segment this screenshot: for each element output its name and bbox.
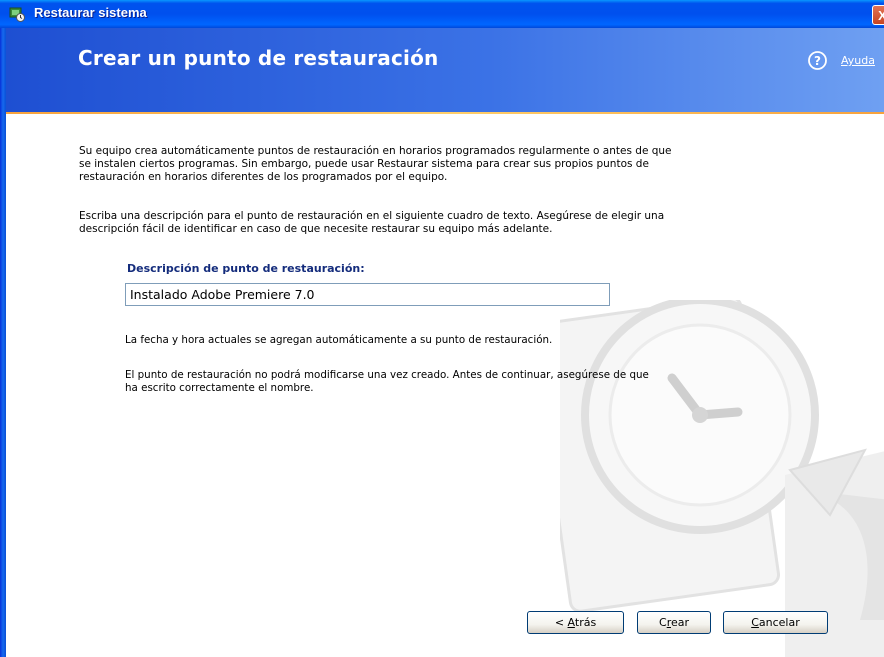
system-restore-icon	[9, 7, 25, 22]
instruction-line: Escriba una descripción para el punto de…	[79, 210, 665, 222]
page-title: Crear un punto de restauración	[78, 46, 439, 70]
warning-line: El punto de restauración no podrá modifi…	[125, 369, 649, 381]
warning-line: ha escrito correctamente el nombre.	[125, 382, 314, 394]
cancel-mnemonic: C	[751, 616, 759, 629]
back-label-rest: trás	[574, 616, 597, 629]
date-note: La fecha y hora actuales se agregan auto…	[125, 334, 553, 346]
help-question-icon[interactable]: ?	[808, 51, 827, 70]
create-button[interactable]: Crear	[637, 611, 711, 634]
back-prefix: <	[554, 616, 568, 629]
header-accent-line	[6, 112, 884, 114]
header-band	[6, 28, 884, 112]
help-link[interactable]: Ayuda	[841, 54, 875, 67]
instruction-paragraph: Escriba una descripción para el punto de…	[79, 210, 719, 236]
cancel-label-rest: ancelar	[758, 616, 800, 629]
intro-line: restauración en horarios diferentes de l…	[79, 171, 448, 183]
cancel-button[interactable]: Cancelar	[723, 611, 828, 634]
description-label: Descripción de punto de restauración:	[127, 262, 365, 275]
intro-line: se instalen ciertos programas. Sin embar…	[79, 158, 649, 170]
warning-note: El punto de restauración no podrá modifi…	[125, 369, 725, 395]
back-mnemonic: A	[567, 616, 575, 629]
window-title: Restaurar sistema	[34, 5, 147, 20]
description-input[interactable]	[125, 283, 610, 306]
create-label-rest: ear	[670, 616, 689, 629]
close-button[interactable]: X	[872, 5, 884, 25]
title-bar[interactable]: Restaurar sistema X	[0, 0, 884, 28]
system-restore-window: Restaurar sistema X Crear un punto de re…	[0, 0, 884, 657]
intro-paragraph: Su equipo crea automáticamente puntos de…	[79, 145, 719, 184]
svg-text:?: ?	[814, 54, 821, 68]
back-button[interactable]: < Atrás	[527, 611, 624, 634]
create-prefix: C	[659, 616, 667, 629]
clock-restore-watermark	[560, 300, 884, 657]
window-left-border	[0, 28, 6, 657]
intro-line: Su equipo crea automáticamente puntos de…	[79, 145, 672, 157]
instruction-line: descripción fácil de identificar en caso…	[79, 223, 553, 235]
